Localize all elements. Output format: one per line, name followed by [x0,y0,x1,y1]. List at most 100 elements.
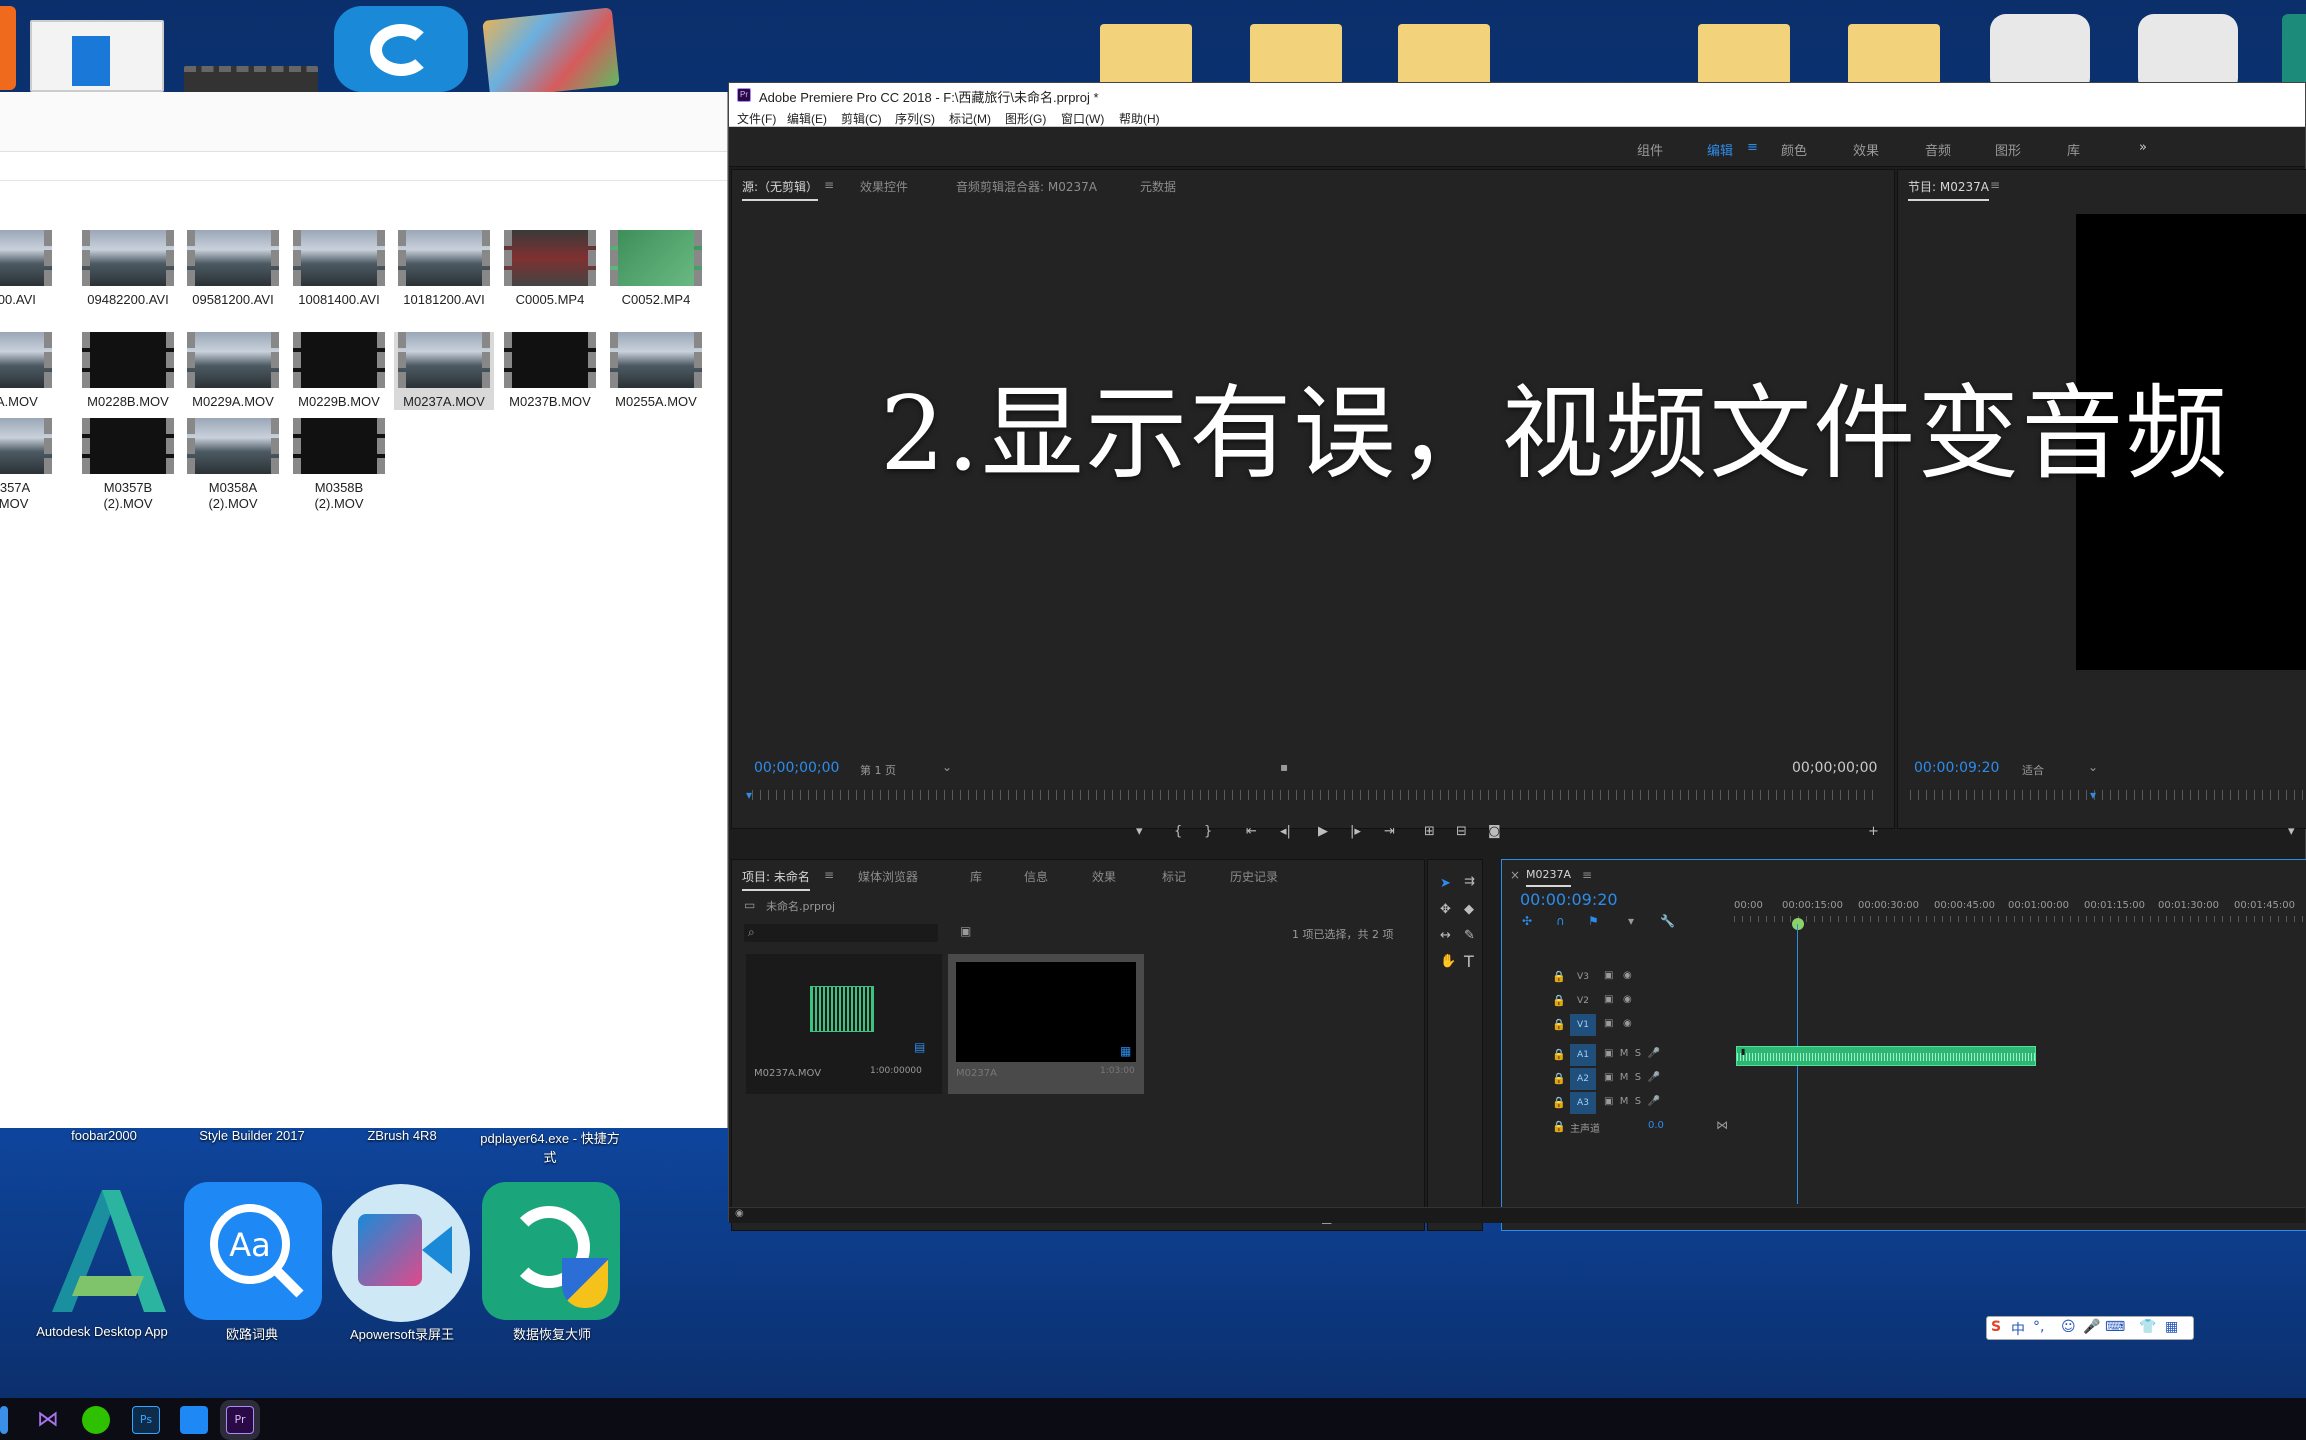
tab-source[interactable]: 源:（无剪辑） [742,178,819,201]
file-tile[interactable]: 09581200.AVI [183,230,283,308]
tab-markers[interactable]: 标记 [1162,868,1186,885]
mute-solo-icon[interactable]: ▣ M S 🎤 [1604,1072,1660,1083]
file-tile[interactable]: 84300.AVI [0,230,56,308]
play-icon[interactable]: ▶ [1318,824,1328,839]
wrench-icon[interactable]: ▪ [1280,760,1288,774]
file-tile[interactable]: M0228B.MOV [78,332,178,410]
panel-menu-icon[interactable]: ≡ [824,868,834,882]
tab-history[interactable]: 历史记录 [1230,868,1278,885]
mark-out-icon[interactable]: } [1204,824,1212,839]
insert-icon[interactable]: ⊞ [1424,824,1435,839]
menu-marker[interactable]: 标记(M) [949,110,991,127]
panel-menu-icon[interactable]: ≡ [1990,178,2000,192]
workspace-tab-assembly[interactable]: 组件 [1637,140,1663,159]
premiere-taskbar-icon[interactable]: Pr [226,1406,254,1434]
lock-icon[interactable]: 🔒 [1552,1072,1566,1085]
file-tile[interactable]: M0357A 2).MOV [0,418,56,512]
mark-in-icon[interactable]: { [1174,824,1182,839]
timeline-timecode[interactable]: 00:00:09:20 [1520,890,1618,909]
razor-tool-icon[interactable]: ◆ [1464,902,1474,917]
desktop-filmstrip-icon[interactable] [184,66,318,94]
marker-icon[interactable]: ▾ [2288,824,2295,839]
file-tile[interactable]: M0237A.MOV [394,332,494,410]
file-tile[interactable]: M0237B.MOV [500,332,600,410]
desktop-browser-icon[interactable] [334,6,468,92]
linked-selection-icon[interactable]: ∩ [1556,914,1565,928]
tab-sequence[interactable]: M0237A [1526,868,1572,887]
tab-metadata[interactable]: 元数据 [1140,178,1176,195]
file-tile[interactable]: M0255A.MOV [606,332,706,410]
file-tile[interactable]: M0357B (2).MOV [78,418,178,512]
pen-tool-icon[interactable]: ✎ [1464,928,1475,943]
go-to-in-icon[interactable]: ⇤ [1246,824,1257,839]
ime-punctuation[interactable]: °, [2033,1319,2044,1335]
file-tile[interactable]: M0358B (2).MOV [289,418,389,512]
close-icon[interactable]: × [1510,868,1520,882]
program-timecode[interactable]: 00:00:09:20 [1914,760,1999,776]
dictionary-icon[interactable]: Aa [184,1182,322,1320]
desktop-app-icon-orange[interactable] [0,6,16,90]
menu-sequence[interactable]: 序列(S) [895,110,935,127]
screen-recorder-icon[interactable] [332,1184,470,1322]
workspace-tab-editing[interactable]: 编辑 [1707,140,1733,159]
lock-icon[interactable]: 🔒 [1552,1096,1566,1109]
autodesk-icon[interactable] [32,1180,170,1318]
workspace-tab-color[interactable]: 颜色 [1781,140,1807,159]
tab-effects[interactable]: 效果 [1092,868,1116,885]
tab-audio-clip-mixer[interactable]: 音频剪辑混合器: M0237A [956,178,1097,195]
keyboard-icon[interactable]: ⌨ [2105,1319,2125,1335]
menu-help[interactable]: 帮助(H) [1119,110,1160,127]
type-tool-icon[interactable]: T [1464,952,1474,971]
toolbox-icon[interactable]: ▦ [2165,1319,2178,1335]
add-marker-icon[interactable]: ⚑ [1588,914,1599,928]
tab-program[interactable]: 节目: M0237A [1908,178,1989,201]
timeline-ruler[interactable]: 00:00 00:00:15:00 00:00:30:00 00:00:45:0… [1734,888,2306,928]
menu-edit[interactable]: 编辑(E) [787,110,827,127]
visual-studio-icon[interactable]: ⋈ [34,1406,62,1434]
tab-libraries[interactable]: 库 [970,868,982,885]
photoshop-icon[interactable]: Ps [132,1406,160,1434]
ripple-edit-tool-icon[interactable]: ✥ [1440,902,1451,917]
project-item-sequence[interactable]: ▦ M0237A 1:03:00 [948,954,1144,1094]
playhead-handle[interactable] [1792,918,1804,930]
snap-icon[interactable]: ✣ [1522,914,1532,928]
menu-file[interactable]: 文件(F) [737,110,776,127]
panel-menu-icon[interactable]: ≡ [1582,868,1592,882]
ime-toolbar[interactable]: S 中 °, ☺ 🎤 ⌨ 👕 ▦ [1986,1316,2194,1340]
slip-tool-icon[interactable]: ↔ [1440,928,1451,943]
file-tile[interactable]: C0005.MP4 [500,230,600,308]
source-time-ruler[interactable] [752,790,1874,800]
track-name[interactable]: V3 [1570,966,1596,988]
desktop-label[interactable]: foobar2000 [34,1128,174,1143]
playhead-marker-icon[interactable]: ▾ [746,788,752,802]
workspace-menu-icon[interactable]: ≡ [1747,140,1758,155]
project-search-input[interactable]: ⌕ [744,924,938,942]
playhead-marker-icon[interactable]: ▾ [2090,788,2096,802]
workspace-tab-effects[interactable]: 效果 [1853,140,1879,159]
track-select-tool-icon[interactable]: ⇉ [1464,874,1475,889]
desktop-label[interactable]: ZBrush 4R8 [332,1128,472,1143]
desktop-window-thumbnail-icon[interactable] [30,20,164,92]
source-timecode-in[interactable]: 00;00;00;00 [754,760,839,776]
source-page-select[interactable]: 第 1 页 [860,762,896,778]
desktop-app-label[interactable]: 数据恢复大师 [482,1324,622,1343]
feather-app-icon[interactable] [180,1406,208,1434]
eye-icon[interactable]: ▣ ◉ [1604,1018,1632,1029]
desktop-label[interactable]: Style Builder 2017 [182,1128,322,1143]
tab-project[interactable]: 项目: 未命名 [742,868,810,891]
menu-window[interactable]: 窗口(W) [1061,110,1104,127]
tab-media-browser[interactable]: 媒体浏览器 [858,868,918,885]
go-to-out-icon[interactable]: ⇥ [1384,824,1395,839]
track-name[interactable]: A1 [1570,1044,1596,1066]
desktop-label[interactable]: pdplayer64.exe - 快捷方式 [480,1128,620,1166]
add-button-icon[interactable]: + [1868,824,1879,839]
tab-info[interactable]: 信息 [1024,868,1048,885]
marker-icon[interactable]: ▾ [1628,914,1634,928]
marker-icon[interactable]: ▾ [1136,824,1143,839]
desktop-app-label[interactable]: Autodesk Desktop App [32,1324,172,1339]
tab-effect-controls[interactable]: 效果控件 [860,178,908,195]
emoji-icon[interactable]: ☺ [2061,1319,2076,1335]
menu-clip[interactable]: 剪辑(C) [841,110,882,127]
step-back-icon[interactable]: ◂| [1280,824,1291,839]
track-name[interactable]: A2 [1570,1068,1596,1090]
